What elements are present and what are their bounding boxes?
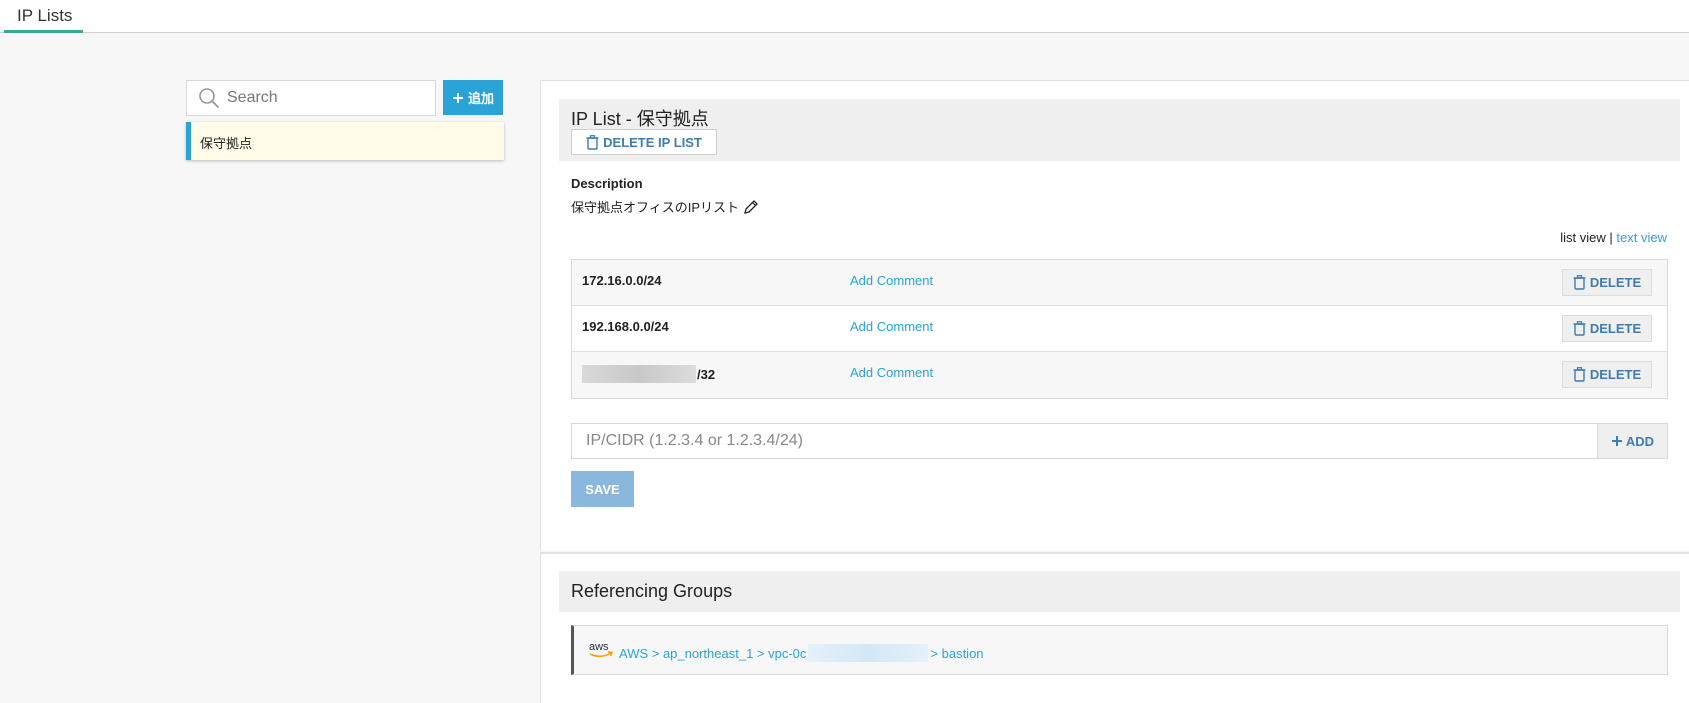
delete-entry-button[interactable]: DELETE — [1562, 361, 1652, 388]
ip-list-item-label: 保守拠点 — [200, 136, 253, 151]
delete-entry-button[interactable]: DELETE — [1562, 269, 1652, 296]
save-button[interactable]: SAVE — [571, 471, 634, 507]
redacted-ip — [582, 365, 696, 383]
search-icon — [199, 88, 219, 108]
ip-list-item[interactable]: 保守拠点 — [186, 122, 504, 160]
referencing-group-link[interactable]: AWS > ap_northeast_1 > vpc-0c > bastion — [619, 644, 984, 662]
referencing-group-row: aws AWS > ap_northeast_1 > vpc-0c > bast… — [571, 625, 1668, 675]
table-row: /32 Add Comment DELETE — [572, 352, 1667, 398]
add-cidr-label: ADD — [1625, 433, 1655, 449]
delete-entry-button[interactable]: DELETE — [1562, 315, 1652, 342]
plus-icon — [1611, 436, 1622, 446]
view-switch: list view | text view — [1560, 230, 1667, 245]
delete-entry-label: DELETE — [1589, 321, 1642, 336]
referencing-groups-title: Referencing Groups — [571, 581, 733, 601]
group-path-prefix: AWS > ap_northeast_1 > vpc-0c — [619, 645, 807, 661]
add-comment-link[interactable]: Add Comment — [850, 273, 933, 288]
add-comment-link[interactable]: Add Comment — [850, 365, 933, 380]
description-text: 保守拠点オフィスのIPリスト — [571, 200, 740, 215]
page-title: IP List - 保守拠点 — [571, 109, 709, 129]
ip-list-panel: IP List - 保守拠点 DELETE IP LIST Descriptio… — [540, 80, 1689, 550]
description: 保守拠点オフィスのIPリスト — [571, 197, 759, 216]
ip-address-cell: /32 — [582, 365, 715, 383]
delete-ip-list-button[interactable]: DELETE IP LIST — [571, 129, 717, 155]
ip-list-header: IP List - 保守拠点 DELETE IP LIST — [559, 99, 1680, 161]
aws-logo-icon: aws — [589, 641, 614, 658]
text-view-toggle[interactable]: text view — [1616, 230, 1667, 245]
redacted-vpc-id — [808, 644, 929, 662]
group-path-suffix: > bastion — [930, 645, 984, 661]
ip-address: 192.168.0.0/24 — [582, 319, 669, 334]
cidr-input-group: ADD — [571, 423, 1668, 459]
add-comment-link[interactable]: Add Comment — [850, 319, 933, 334]
trash-icon — [1573, 321, 1586, 336]
add-cidr-button[interactable]: ADD — [1597, 424, 1667, 458]
tab-ip-lists[interactable]: IP Lists — [4, 0, 83, 33]
delete-ip-list-label: DELETE IP LIST — [603, 134, 702, 150]
add-button-label: 追加 — [467, 91, 494, 106]
table-row: 192.168.0.0/24 Add Comment DELETE — [572, 306, 1667, 352]
aws-logo-text: aws — [589, 641, 609, 653]
add-ip-list-button[interactable]: 追加 — [443, 80, 503, 115]
trash-icon — [1573, 367, 1586, 382]
cidr-input[interactable] — [572, 424, 1592, 458]
pencil-icon[interactable] — [743, 199, 759, 215]
search-input[interactable] — [227, 89, 427, 107]
view-separator: | — [1609, 230, 1613, 245]
delete-entry-label: DELETE — [1589, 367, 1642, 382]
description-label: Description — [571, 176, 643, 191]
search-box — [186, 80, 436, 116]
referencing-groups-panel: Referencing Groups aws AWS > ap_northeas… — [540, 552, 1689, 703]
referencing-groups-header: Referencing Groups — [559, 571, 1680, 612]
ip-address: /32 — [697, 366, 716, 382]
table-row: 172.16.0.0/24 Add Comment DELETE — [572, 260, 1667, 306]
ip-address: 172.16.0.0/24 — [582, 273, 662, 288]
list-view-toggle[interactable]: list view — [1560, 230, 1606, 245]
top-tab-bar: IP Lists — [0, 0, 1689, 33]
delete-entry-label: DELETE — [1589, 275, 1642, 290]
trash-icon — [1573, 275, 1586, 290]
plus-icon — [452, 92, 463, 103]
trash-icon — [586, 134, 599, 150]
ip-entries-table: 172.16.0.0/24 Add Comment DELETE 192.168… — [571, 259, 1668, 399]
